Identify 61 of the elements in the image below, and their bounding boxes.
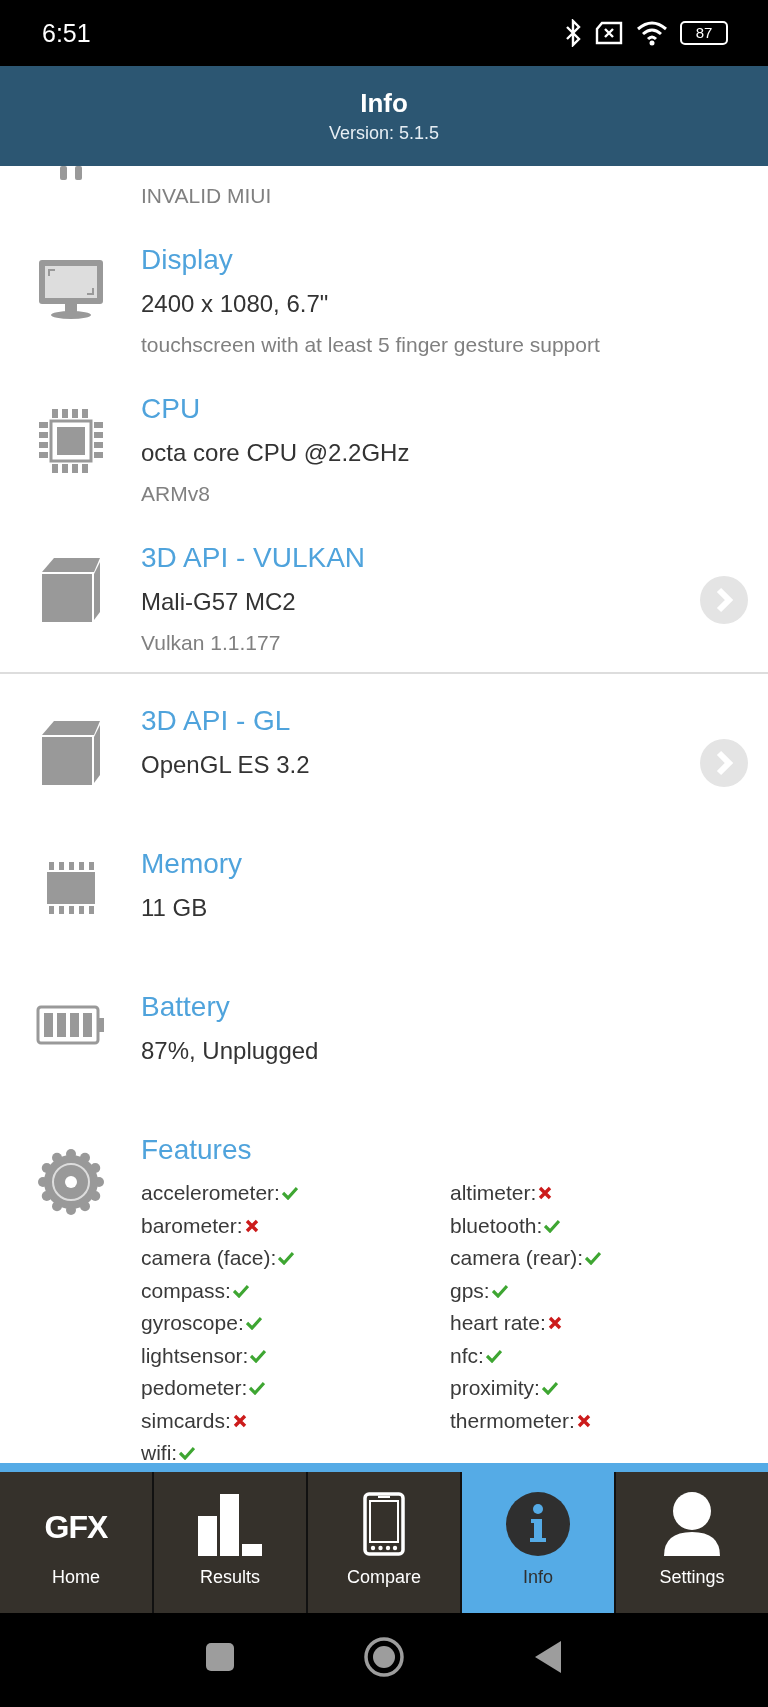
plug-icon	[57, 166, 84, 180]
info-icon	[506, 1492, 570, 1556]
chip-icon	[36, 407, 105, 475]
section-detail: touchscreen with at least 5 finger gesture support	[141, 332, 601, 358]
version-text: Version: 5.1.5	[328, 122, 440, 145]
section-title: 3D API - GL	[141, 704, 292, 738]
phone-icon	[363, 1492, 405, 1556]
feature-name: gps:	[450, 1278, 490, 1303]
cube-icon	[39, 719, 102, 787]
feature-name: thermometer:	[450, 1408, 575, 1433]
feature-name: lightsensor:	[141, 1343, 249, 1368]
section-value: OpenGL ES 3.2	[141, 750, 311, 780]
feature-name: nfc:	[450, 1343, 484, 1368]
section-value: 11 GB	[141, 893, 209, 923]
recents-button[interactable]	[206, 1643, 234, 1671]
section-value: Mali-G57 MC2	[141, 587, 297, 617]
nav-tab[interactable]: Compare	[308, 1472, 460, 1613]
cube-icon	[39, 556, 102, 624]
feature-name: pedometer:	[141, 1376, 248, 1401]
feature-name: wifi:	[141, 1441, 178, 1463]
bluetooth-icon	[564, 19, 582, 47]
bar-chart-icon	[198, 1494, 262, 1556]
feature-name: heart rate:	[450, 1311, 546, 1336]
section-detail: Vulkan 1.1.177	[141, 630, 282, 656]
back-button[interactable]	[534, 1640, 562, 1674]
wifi-icon	[636, 20, 668, 46]
section-detail: ARMv8	[141, 481, 211, 507]
nav-tab[interactable]: Results	[154, 1472, 306, 1613]
feature-name: simcards:	[141, 1408, 231, 1433]
section-title: 3D API - VULKAN	[141, 541, 367, 575]
nav-tab[interactable]: Settings	[616, 1472, 768, 1613]
status-time: 6:51	[42, 18, 91, 48]
nav-tab[interactable]: Info	[462, 1472, 614, 1613]
feature-name: gyroscope:	[141, 1311, 244, 1336]
feature-name: camera (rear):	[450, 1246, 584, 1271]
section-value: 2400 x 1080, 6.7"	[141, 289, 330, 319]
section-title: CPU	[141, 392, 202, 426]
feature-name: altimeter:	[450, 1181, 537, 1206]
feature-name: proximity:	[450, 1376, 540, 1401]
gfx-logo: GFX	[44, 1509, 108, 1546]
feature-name: compass:	[141, 1278, 231, 1303]
sim-card-icon	[594, 21, 624, 45]
section-title: Battery	[141, 990, 231, 1024]
feature-name: barometer:	[141, 1213, 243, 1238]
feature-name: bluetooth:	[450, 1213, 543, 1238]
section-title: Display	[141, 243, 234, 277]
section-detail: INVALID MIUI	[141, 183, 273, 209]
section-value: octa core CPU @2.2GHz	[141, 438, 411, 468]
battery-icon	[35, 1005, 106, 1045]
settings-icon	[36, 1148, 105, 1216]
section-title: Features	[141, 1133, 253, 1167]
feature-name: camera (face):	[141, 1246, 277, 1271]
battery-indicator: 87	[680, 21, 728, 45]
section-value: 87%, Unplugged	[141, 1036, 320, 1066]
screen-title: Info	[360, 87, 408, 120]
nav-tab[interactable]: GFX Home	[0, 1472, 152, 1613]
person-icon	[664, 1492, 720, 1556]
section-title: Memory	[141, 847, 244, 881]
feature-name: accelerometer:	[141, 1181, 280, 1206]
monitor-icon	[36, 258, 105, 320]
home-button[interactable]	[364, 1637, 404, 1677]
